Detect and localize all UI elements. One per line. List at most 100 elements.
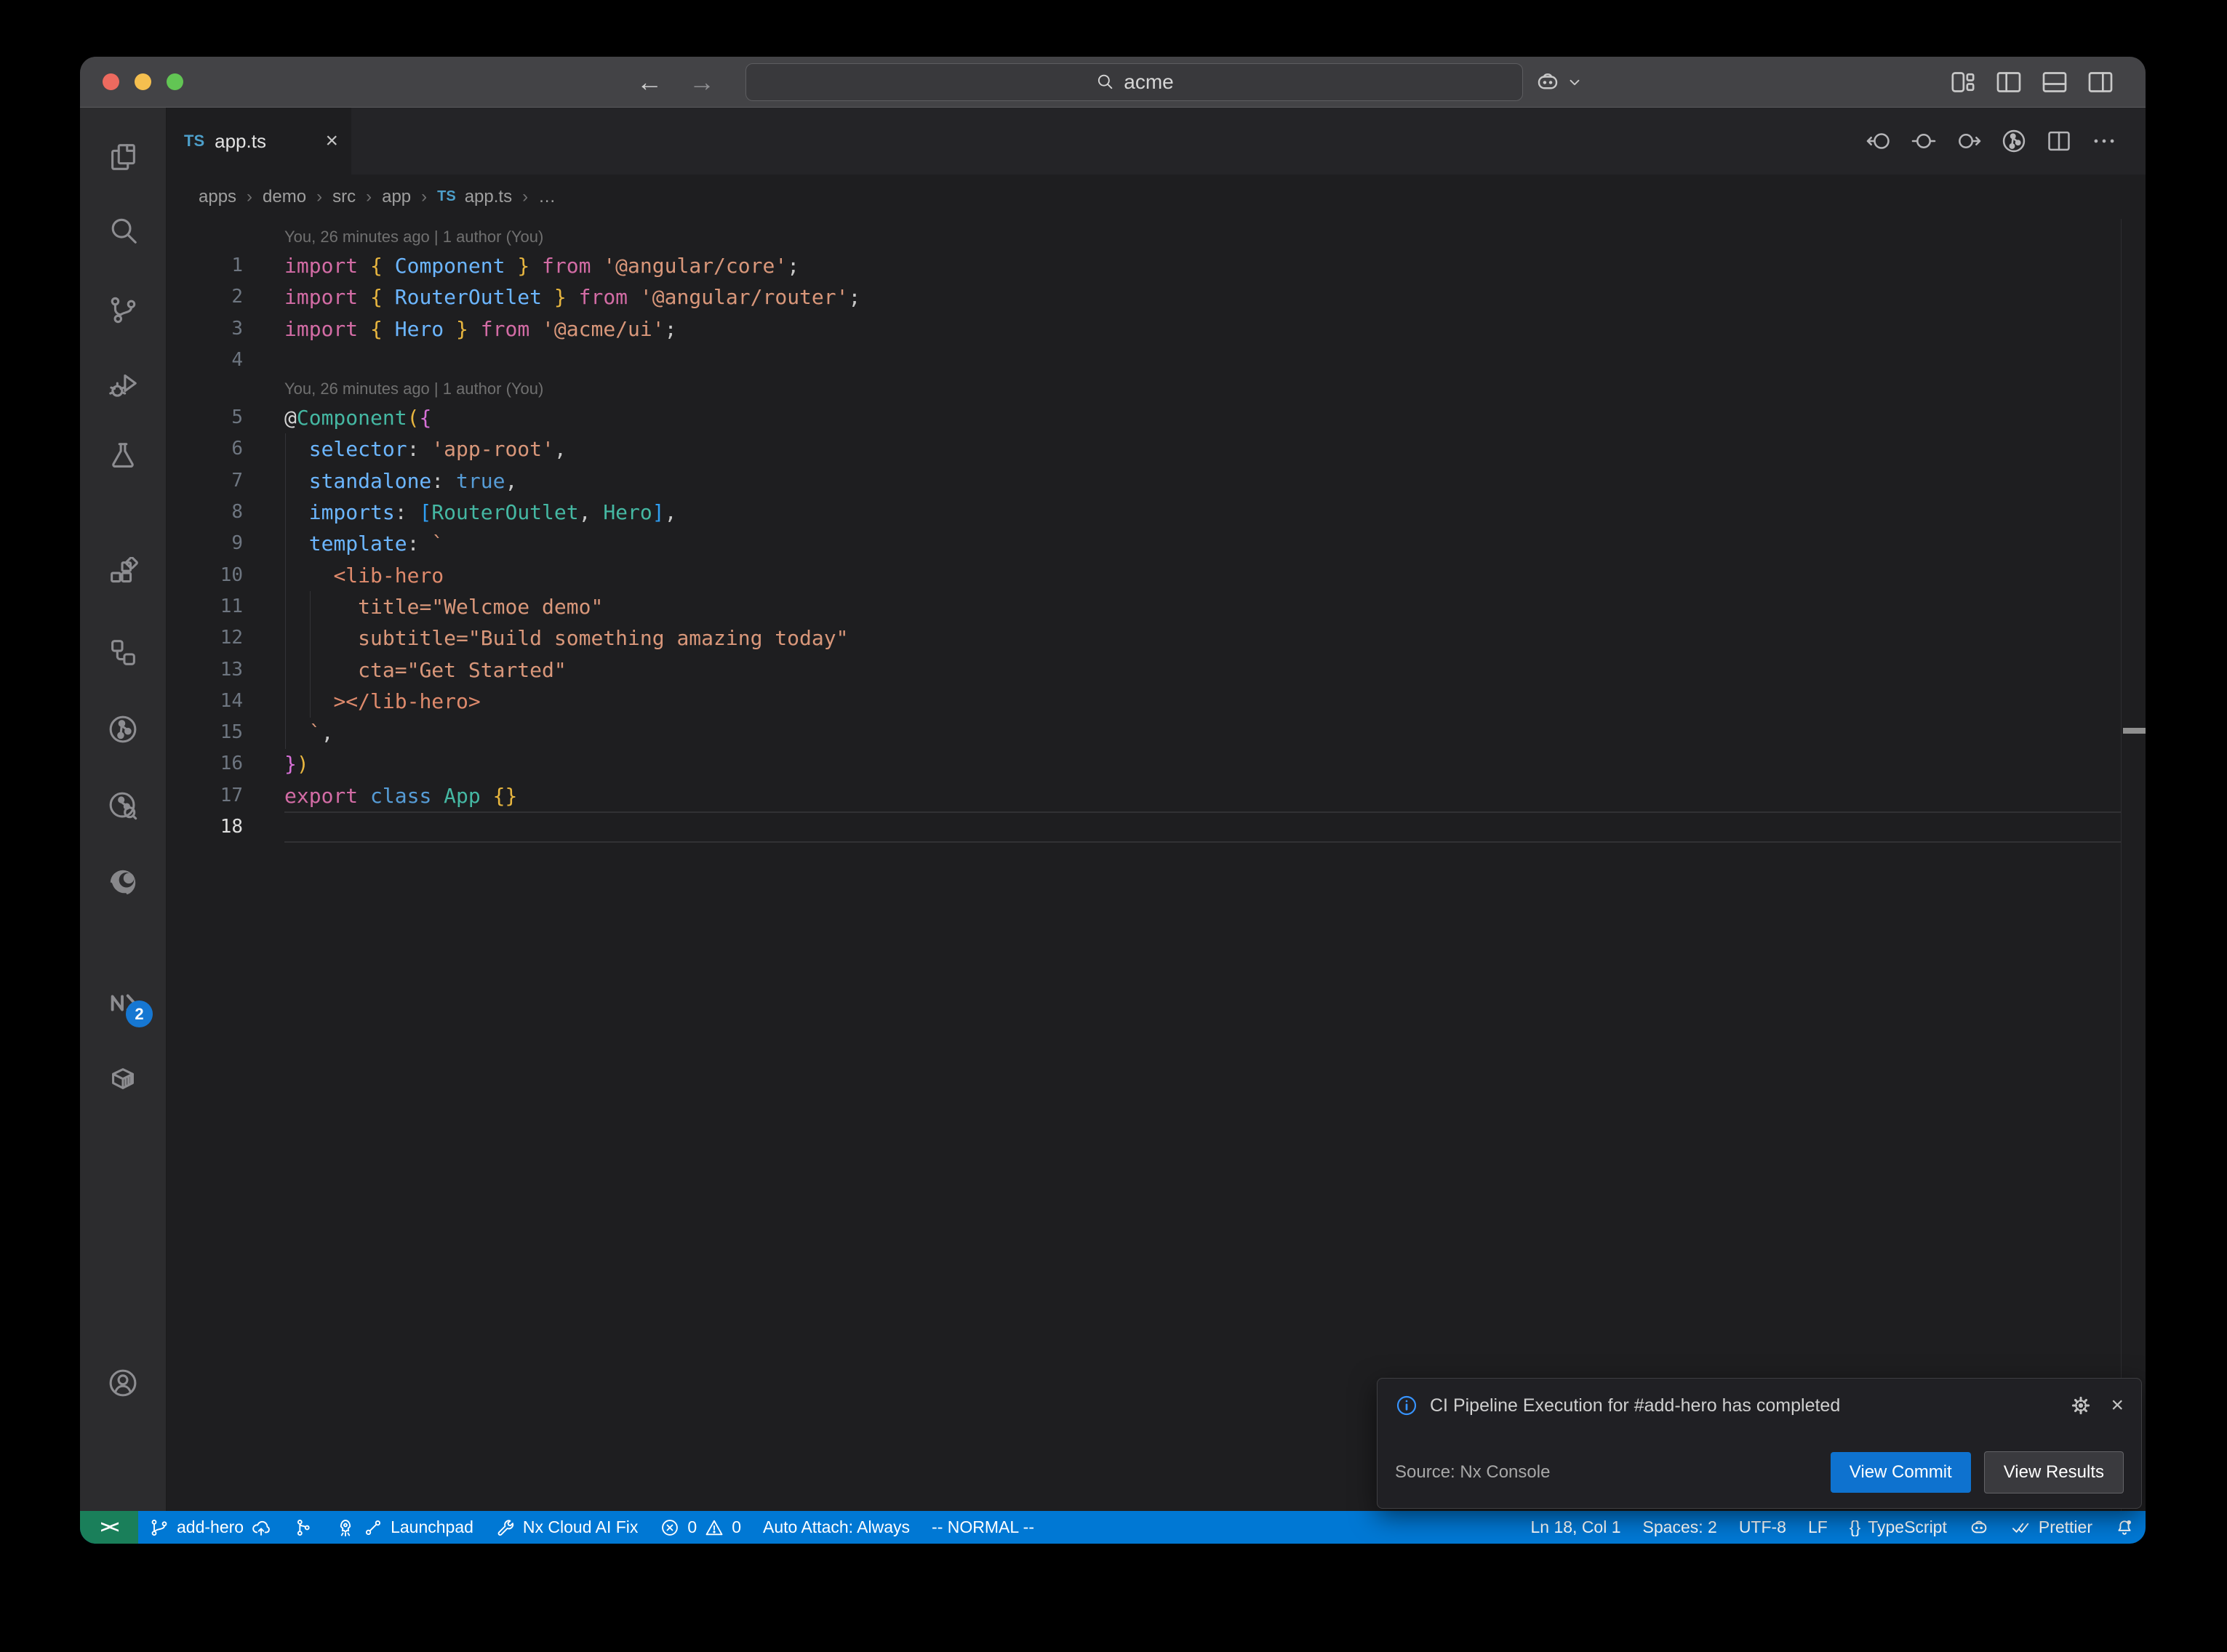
view-commit-button[interactable]: View Commit — [1831, 1452, 1971, 1493]
back-arrow-icon[interactable]: ← — [636, 67, 663, 97]
search-icon — [1095, 72, 1115, 92]
line-number: 17 — [167, 780, 243, 811]
activity-item-search[interactable] — [80, 212, 166, 250]
status-item-label: -- NORMAL -- — [932, 1517, 1034, 1537]
title-bar: ← → acme — [80, 57, 2146, 108]
status-item-eol[interactable]: LF — [1797, 1511, 1839, 1544]
breadcrumb-item[interactable]: apps — [199, 187, 236, 207]
code-line-content: @Component({ — [284, 402, 431, 433]
status-item-nx-cloud-ai-fix[interactable]: Nx Cloud AI Fix — [484, 1511, 649, 1544]
breadcrumb-separator: › — [522, 187, 528, 207]
line-number: 15 — [167, 717, 243, 748]
cloud-upload-icon — [251, 1517, 271, 1538]
code-line-content: cta="Get Started" — [284, 654, 567, 686]
testing-icon — [106, 440, 140, 473]
line-number: 6 — [167, 433, 243, 465]
activity-item-explorer[interactable] — [80, 138, 166, 176]
activity-item-nx-console[interactable]: 2 — [80, 984, 166, 1022]
activity-item-source-control[interactable] — [80, 291, 166, 329]
code-line-11: 11 title="Welcmoe demo" — [167, 591, 2146, 622]
code-line-content: import { Component } from '@angular/core… — [284, 250, 799, 281]
code-line-9: 9 template: ` — [167, 528, 2146, 559]
copilot-menu[interactable] — [1535, 57, 1583, 107]
status-item-problems[interactable]: 00 — [649, 1511, 752, 1544]
status-item-label: Ln 18, Col 1 — [1530, 1517, 1620, 1537]
status-item-auto-attach[interactable]: Auto Attach: Always — [752, 1511, 921, 1544]
toggle-secondary-sidebar-icon[interactable] — [2086, 68, 2115, 97]
code-line-content: import { RouterOutlet } from '@angular/r… — [284, 281, 860, 313]
view-results-button[interactable]: View Results — [1984, 1451, 2124, 1493]
remote-indicator[interactable]: >< — [80, 1511, 138, 1544]
tab-filename: app.ts — [215, 130, 315, 153]
split-editor-icon[interactable] — [2045, 127, 2073, 155]
copilot-icon — [1535, 69, 1561, 95]
activity-badge: 2 — [126, 1001, 153, 1027]
tab-app-ts[interactable]: TS app.ts × — [167, 108, 351, 175]
breadcrumb-item[interactable]: demo — [263, 187, 306, 207]
code-line-content: imports: [RouterOutlet, Hero], — [284, 497, 676, 528]
code-line-content: standalone: true, — [284, 465, 517, 497]
command-center-search[interactable]: acme — [745, 63, 1523, 101]
line-number: 9 — [167, 528, 243, 559]
run-target-graph-icon[interactable] — [2000, 127, 2028, 155]
status-left: add-hero Launchpad Nx Cloud AI Fix00Auto A… — [138, 1511, 1045, 1544]
explorer-icon — [106, 140, 140, 174]
breadcrumb-separator: › — [316, 187, 322, 207]
notification-close-icon[interactable]: × — [2111, 1393, 2124, 1418]
reference-marker-icon[interactable] — [1910, 127, 1938, 155]
breadcrumb-item-file[interactable]: app.ts — [465, 187, 512, 207]
status-item-encoding[interactable]: UTF-8 — [1728, 1511, 1797, 1544]
line-number: 14 — [167, 686, 243, 717]
code-editor[interactable]: You, 26 minutes ago | 1 author (You)1imp… — [167, 219, 2146, 1511]
code-line-content: ></lib-hero> — [284, 686, 481, 717]
overview-ruler-scrollbar[interactable] — [2121, 219, 2146, 1511]
status-item-label: Launchpad — [391, 1517, 473, 1537]
breadcrumb-symbol-tail[interactable]: … — [538, 187, 556, 207]
code-line-6: 6 selector: 'app-root', — [167, 433, 2146, 465]
forward-arrow-icon[interactable]: → — [689, 67, 715, 97]
activity-item-edge-browser[interactable] — [80, 864, 166, 902]
status-item-vim-mode[interactable]: -- NORMAL -- — [921, 1511, 1045, 1544]
toggle-panel-icon[interactable] — [2040, 68, 2069, 97]
activity-item-testing[interactable] — [80, 438, 166, 476]
status-item-language-mode[interactable]: {}TypeScript — [1839, 1511, 1958, 1544]
go-to-next-reference-icon[interactable] — [1955, 127, 1983, 155]
activity-item-accounts[interactable] — [80, 1364, 166, 1402]
code-line-content: import { Hero } from '@acme/ui'; — [284, 313, 676, 345]
current-line-highlight — [284, 811, 2121, 843]
code-line-14: 14 ></lib-hero> — [167, 686, 2146, 717]
breadcrumb-item[interactable]: src — [332, 187, 356, 207]
breadcrumb: apps›demo›src›app›TSapp.ts›… — [167, 175, 2146, 219]
copilot-icon — [1969, 1517, 1989, 1538]
activity-item-extensions[interactable] — [80, 555, 166, 593]
status-item-notifications-bell[interactable] — [2103, 1511, 2146, 1544]
code-line-content: }) — [284, 748, 309, 779]
activity-item-containers[interactable] — [80, 1062, 166, 1099]
status-item-prettier[interactable]: Prettier — [2000, 1511, 2103, 1544]
code-line-16: 16}) — [167, 748, 2146, 779]
activity-item-project-structure[interactable] — [80, 633, 166, 671]
code-line-15: 15 `, — [167, 717, 2146, 748]
activity-item-nx-project-graph[interactable] — [80, 710, 166, 748]
notification-settings-gear-icon[interactable] — [2070, 1395, 2092, 1416]
activity-item-settings[interactable] — [80, 1444, 166, 1482]
status-item-copilot-status[interactable] — [1958, 1511, 2000, 1544]
status-item-launchpad[interactable]: Launchpad — [324, 1511, 484, 1544]
close-window-button[interactable] — [103, 73, 119, 90]
status-item-cursor-position[interactable]: Ln 18, Col 1 — [1519, 1511, 1631, 1544]
status-item-commit-graph[interactable] — [282, 1511, 324, 1544]
minimize-window-button[interactable] — [135, 73, 151, 90]
code-line-content: title="Welcmoe demo" — [284, 591, 603, 622]
activity-item-nx-graph-search[interactable] — [80, 787, 166, 825]
status-item-indentation[interactable]: Spaces: 2 — [1632, 1511, 1728, 1544]
source-control-icon — [106, 293, 140, 326]
toggle-primary-sidebar-icon[interactable] — [1994, 68, 2023, 97]
zoom-window-button[interactable] — [167, 73, 183, 90]
breadcrumb-item[interactable]: app — [382, 187, 411, 207]
activity-item-run-debug[interactable] — [80, 366, 166, 404]
close-tab-icon[interactable]: × — [325, 129, 338, 153]
status-item-branch-indicator[interactable]: add-hero — [138, 1511, 282, 1544]
nav-back-reference-icon[interactable] — [1865, 127, 1892, 155]
customize-layout-icon[interactable] — [1948, 68, 1978, 97]
more-actions-icon[interactable] — [2090, 127, 2118, 155]
